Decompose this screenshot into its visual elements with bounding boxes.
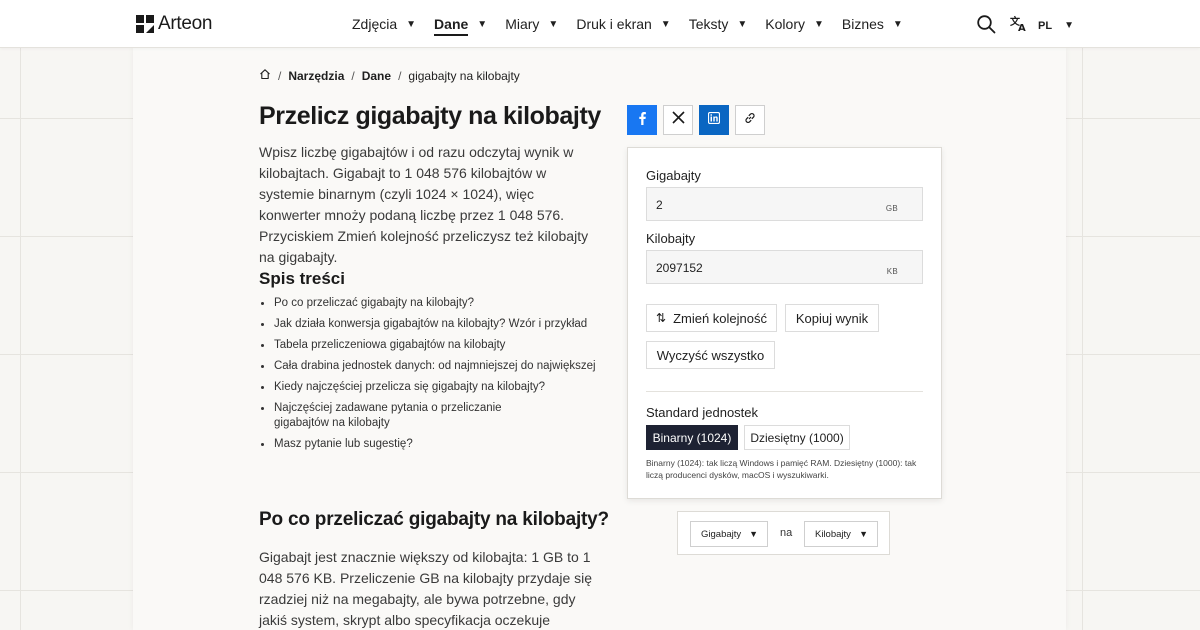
home-icon[interactable] [259,68,271,83]
toc-item[interactable]: Jak działa konwersja gigabajtów na kilob… [259,317,604,332]
swap-order-label: Zmień kolejność [673,310,767,326]
toc-item[interactable]: Kiedy najczęściej przelicza się gigabajt… [259,380,604,395]
nav-item-miary[interactable]: Miary ▼ [505,0,558,48]
breadcrumb-current: gigabajty na kilobajty [408,68,520,83]
nav-item-zdjecia[interactable]: Zdjęcia ▼ [352,0,416,48]
facebook-icon [636,111,648,130]
from-field-label: Gigabajty [646,168,701,183]
caret-down-icon: ▼ [737,18,748,30]
language-code: PL [1038,19,1053,32]
nav-item-druk-i-ekran[interactable]: Druk i ekran ▼ [576,0,670,48]
caret-down-icon: ▼ [548,18,559,30]
breadcrumb-separator: / [398,68,402,83]
kilobytes-value: 2097152 [656,261,703,275]
kilobytes-unit: KB [886,267,898,276]
table-of-contents: Po co przeliczać gigabajty na kilobajty?… [259,296,604,458]
nav-label: Druk i ekran [576,16,652,32]
caret-down-icon: ▼ [859,529,868,539]
breadcrumb-separator: / [278,68,282,83]
to-field-label: Kilobajty [646,231,696,246]
gigabytes-value: 2 [656,198,663,212]
section-heading: Po co przeliczać gigabajty na kilobajty? [259,509,609,530]
converter-card: Gigabajty 2 GB Kilobajty 2097152 KB ⇅ Zm… [627,147,942,499]
arteon-logo-icon [136,15,154,33]
from-unit-value: Gigabajty [701,528,742,540]
nav-item-dane[interactable]: Dane ▼ [434,0,487,48]
share-linkedin-button[interactable] [699,105,729,135]
main-nav: Zdjęcia ▼ Dane ▼ Miary ▼ Druk i ekran ▼ Teks… [352,0,921,48]
toc-item[interactable]: Cała drabina jednostek danych: od najmni… [259,359,604,374]
toc-item[interactable]: Tabela przeliczeniowa gigabajtów na kilo… [259,338,604,353]
unit-standard-note: Binarny (1024): tak liczą Windows i pami… [646,458,917,480]
to-unit-value: Kilobajty [815,528,851,540]
kilobytes-input[interactable]: 2097152 KB [646,250,923,284]
nav-label: Zdjęcia [352,16,398,32]
toc-item[interactable]: Po co przeliczać gigabajty na kilobajty? [259,296,604,311]
unit-pair-selector: Gigabajty ▼ na Kilobajty ▼ [677,511,890,555]
logo-text: Arteon [158,13,213,34]
share-buttons [627,105,765,135]
nav-item-kolory[interactable]: Kolory ▼ [765,0,824,48]
nav-item-biznes[interactable]: Biznes ▼ [842,0,903,48]
caret-down-icon: ▼ [749,529,758,539]
clear-all-button[interactable]: Wyczyść wszystko [646,341,775,369]
from-unit-dropdown[interactable]: Gigabajty ▼ [690,521,768,547]
binary-standard-toggle[interactable]: Binarny (1024) [646,425,738,450]
caret-down-icon: ▼ [813,18,824,30]
logo[interactable]: Arteon [136,13,212,35]
breadcrumb-separator: / [351,68,355,83]
caret-down-icon: ▼ [406,18,417,30]
search-icon[interactable] [976,14,996,34]
linkedin-icon [707,111,721,129]
translate-icon: 文 A [1010,14,1028,37]
page-title: Przelicz gigabajty na kilobajty [259,102,601,130]
copy-result-label: Kopiuj wynik [795,310,869,326]
nav-label: Dane [434,16,469,36]
toc-item[interactable]: Najczęściej zadawane pytania o przelicza… [259,401,549,431]
language-switcher[interactable]: 文 A PL ▼ [1010,14,1074,37]
unit-joiner: na [780,527,793,539]
section-paragraph: Gigabajt jest znacznie większy od kiloba… [259,549,593,628]
caret-down-icon: ▼ [1064,20,1074,31]
swap-arrows-icon: ⇅ [656,311,667,325]
copy-result-button[interactable]: Kopiuj wynik [785,304,879,332]
share-x-button[interactable] [663,105,693,135]
clear-all-label: Wyczyść wszystko [656,347,765,363]
link-icon [743,111,757,130]
share-facebook-button[interactable] [627,105,657,135]
divider [646,391,923,392]
caret-down-icon: ▼ [477,18,488,30]
caret-down-icon: ▼ [660,18,671,30]
nav-label: Biznes [841,16,884,32]
swap-order-button[interactable]: ⇅ Zmień kolejność [646,304,777,332]
breadcrumb-narzedzia[interactable]: Narzędzia [288,69,344,83]
caret-down-icon: ▼ [892,18,903,30]
nav-label: Teksty [688,16,729,32]
nav-label: Miary [505,16,540,32]
toc-item[interactable]: Masz pytanie lub sugestię? [259,437,604,452]
toc-title: Spis treści [259,269,345,288]
copy-link-button[interactable] [735,105,765,135]
nav-label: Kolory [765,16,805,32]
unit-standard-label: Standard jednostek [646,405,759,420]
intro-paragraph: Wpisz liczbę gigabajtów i od razu odczyt… [259,144,589,265]
breadcrumb: / Narzędzia / Dane / gigabajty na kiloba… [259,68,520,83]
gigabytes-unit: GB [885,204,898,213]
breadcrumb-dane[interactable]: Dane [362,69,391,83]
gigabytes-input[interactable]: 2 GB [646,187,923,221]
svg-text:A: A [1018,23,1026,32]
decimal-standard-toggle[interactable]: Dziesiętny (1000) [744,425,850,450]
x-icon [671,111,685,129]
nav-item-teksty[interactable]: Teksty ▼ [689,0,748,48]
top-navigation-bar: Arteon Zdjęcia ▼ Dane ▼ Miary ▼ Druk i ekra… [0,0,1200,48]
to-unit-dropdown[interactable]: Kilobajty ▼ [804,521,878,547]
